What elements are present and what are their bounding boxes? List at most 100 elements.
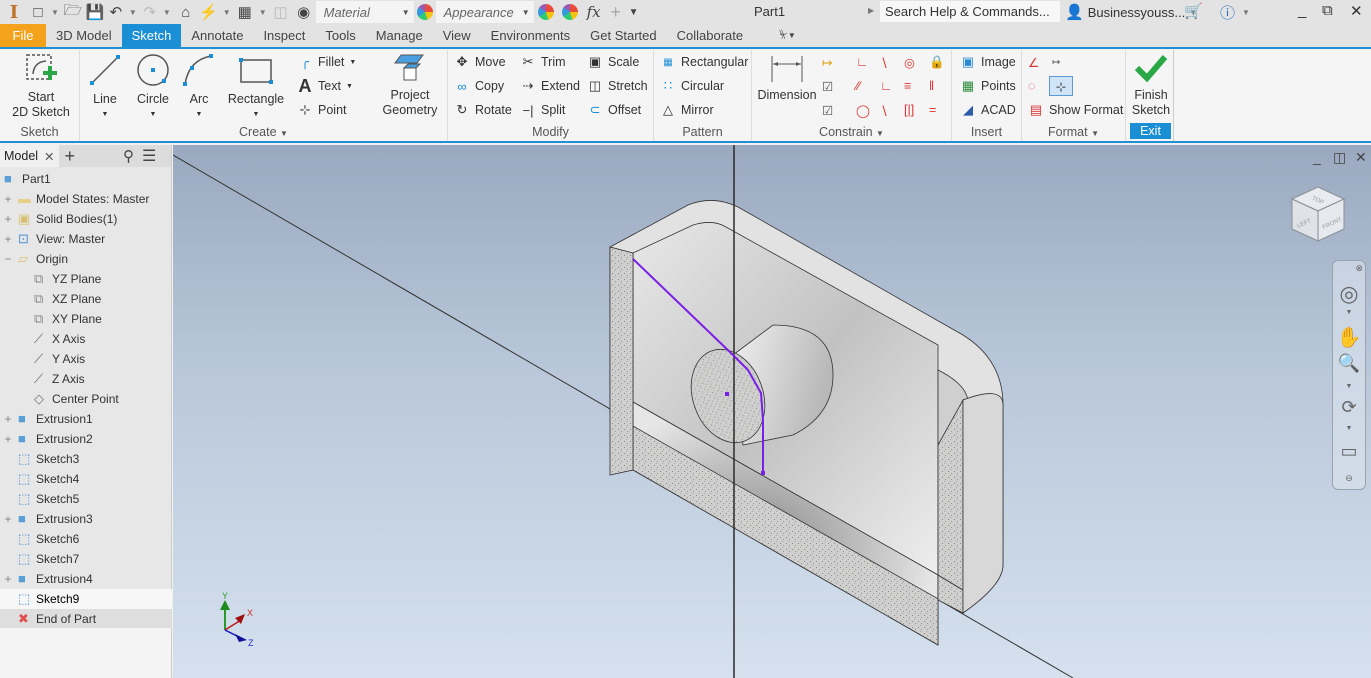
link-icon[interactable]: ◫	[270, 1, 292, 23]
tab-file[interactable]: File	[0, 24, 46, 47]
tree-item[interactable]: + ■ Extrusion4	[0, 569, 172, 589]
tree-item[interactable]: ⧉ XY Plane	[0, 309, 172, 329]
format-panel-title[interactable]: Format ▼	[1022, 125, 1125, 139]
tree-item[interactable]: + ▣ Solid Bodies(1)	[0, 209, 172, 229]
tree-item[interactable]: + ■ Extrusion1	[0, 409, 172, 429]
fx-icon[interactable]: fx	[582, 1, 606, 23]
dimension-button[interactable]: Dimension	[756, 54, 818, 103]
circular-pattern-button[interactable]: ∷ Circular	[660, 77, 724, 95]
save-icon[interactable]: 💾	[84, 1, 106, 23]
redo-icon[interactable]: ↷	[140, 1, 160, 23]
update-icon[interactable]: ⚡	[198, 1, 220, 23]
text-button[interactable]: A Text ▼	[297, 76, 353, 96]
insert-points-button[interactable]: ▦ Points	[960, 77, 1016, 95]
tree-item[interactable]: ⧉ XZ Plane	[0, 289, 172, 309]
zoom-window-icon[interactable]: 🔍	[1333, 353, 1365, 374]
tangent-icon[interactable]: ◯	[856, 101, 870, 119]
tree-item[interactable]: ⟋ Z Axis	[0, 369, 172, 389]
cart-icon[interactable]: 🛒	[1184, 2, 1203, 20]
tree-item[interactable]: ✖ End of Part	[0, 609, 172, 629]
coincident-icon[interactable]: ∖	[880, 53, 888, 71]
tree-item[interactable]: ⧉ YZ Plane	[0, 269, 172, 289]
look-at-icon[interactable]: ▭	[1333, 441, 1365, 462]
navbar-options-icon[interactable]: ⊖	[1333, 473, 1365, 484]
menu-icon[interactable]: ☰	[142, 146, 156, 166]
expand-toggle-icon[interactable]: +	[3, 212, 13, 226]
arc-button[interactable]: Arc ▼	[180, 52, 218, 122]
adjust-appearance-icon[interactable]	[534, 1, 558, 23]
fillet-button[interactable]: ╭ Fillet ▼	[297, 53, 356, 71]
equal-icon[interactable]: =	[929, 101, 936, 119]
steering-wheel-icon[interactable]: ◎	[1333, 281, 1365, 307]
tab-collaborate[interactable]: Collaborate	[667, 24, 754, 47]
tab-annotate[interactable]: Annotate	[181, 24, 253, 47]
viewport-close-icon[interactable]: ✕	[1355, 149, 1367, 166]
tree-item[interactable]: ◇ Center Point	[0, 389, 172, 409]
expand-toggle-icon[interactable]: +	[3, 412, 13, 426]
tree-item[interactable]: ⬚ Sketch5	[0, 489, 172, 509]
select-dropdown-icon[interactable]: ▼	[259, 8, 267, 17]
rotate-button[interactable]: ↻ Rotate	[454, 101, 512, 119]
restore-button[interactable]: ⧉	[1322, 2, 1333, 19]
viewcube[interactable]: TOP LEFT FRONT	[1288, 183, 1348, 245]
tree-item[interactable]: + ▬ Model States: Master	[0, 189, 172, 209]
undo-icon[interactable]: ↶	[106, 1, 126, 23]
tree-item[interactable]: ■ Part1	[0, 169, 172, 189]
steering-wheel-dropdown-icon[interactable]: ▼	[1333, 309, 1365, 316]
close-icon[interactable]: ✕	[44, 149, 54, 164]
circle-button[interactable]: Circle ▼	[132, 52, 174, 122]
smooth-icon[interactable]: ∖	[880, 101, 888, 119]
material-checker-icon[interactable]: ◉	[292, 1, 316, 23]
finish-sketch-button[interactable]: Finish Sketch	[1128, 52, 1174, 118]
constraint-settings-icon[interactable]: ☑	[822, 101, 833, 119]
close-button[interactable]: ✕	[1350, 2, 1363, 20]
graphics-viewport[interactable]: _ ◫ ✕ TOP LEFT FRONT ⊗ ◎ ▼ ✋ 🔍 ▼ ⟳ ▼ ▭ ⊖…	[173, 145, 1371, 678]
horizontal-icon[interactable]: ≡	[904, 77, 911, 95]
mirror-button[interactable]: △ Mirror	[660, 101, 714, 119]
viewport-minimize-icon[interactable]: _	[1313, 149, 1321, 165]
search-icon[interactable]: ⚲	[123, 147, 134, 165]
expand-toggle-icon[interactable]: +	[3, 192, 13, 206]
expand-toggle-icon[interactable]: +	[3, 512, 13, 526]
symmetric-icon[interactable]: [|]	[904, 101, 914, 119]
split-button[interactable]: −| Split	[520, 101, 566, 119]
insert-image-button[interactable]: ▣ Image	[960, 53, 1016, 71]
add-tab-icon[interactable]: +	[65, 146, 76, 167]
inventor-logo-icon[interactable]: I	[0, 1, 28, 23]
expand-toggle-icon[interactable]: −	[3, 252, 13, 266]
stretch-button[interactable]: ◫ Stretch	[587, 77, 648, 95]
help-icon[interactable]: ⓘ	[1220, 2, 1235, 23]
ribbon-display-toggle[interactable]: ⏧ ▼	[753, 24, 806, 47]
clear-appearance-icon[interactable]	[558, 1, 582, 23]
sketch-center-point[interactable]	[725, 392, 729, 396]
auto-dimension-icon[interactable]: ↦	[822, 53, 832, 71]
new-icon[interactable]: □	[28, 1, 48, 23]
project-geometry-button[interactable]: Project Geometry	[376, 52, 444, 118]
tab-3d-model[interactable]: 3D Model	[46, 24, 122, 47]
update-dropdown-icon[interactable]: ▼	[223, 8, 231, 17]
perpendicular-icon[interactable]: ∟	[856, 53, 868, 71]
new-dropdown-icon[interactable]: ▼	[51, 8, 59, 17]
collinear-icon[interactable]: ∟	[880, 77, 892, 95]
tab-tools[interactable]: Tools	[315, 24, 365, 47]
construction-icon[interactable]: ∠	[1028, 53, 1039, 71]
show-format-button[interactable]: ▤ Show Format	[1028, 101, 1124, 119]
select-icon[interactable]: ▦	[234, 1, 256, 23]
tree-item[interactable]: + ⊡ View: Master	[0, 229, 172, 249]
line-button[interactable]: Line ▼	[86, 52, 124, 122]
tab-inspect[interactable]: Inspect	[253, 24, 315, 47]
insert-acad-button[interactable]: ◢ ACAD	[960, 101, 1016, 119]
trim-button[interactable]: ✂ Trim	[520, 53, 566, 71]
tree-item[interactable]: − ▱ Origin	[0, 249, 172, 269]
minimize-button[interactable]: _	[1298, 2, 1306, 19]
sketch-end-point[interactable]	[761, 471, 765, 475]
constraint-inference-icon[interactable]: ☑	[822, 77, 833, 95]
vertical-icon[interactable]: ‖	[929, 77, 934, 95]
help-dropdown-icon[interactable]: ▼	[1242, 8, 1250, 17]
viewport-tile-icon[interactable]: ◫	[1333, 149, 1346, 166]
create-panel-title[interactable]: Create ▼	[80, 125, 447, 139]
tree-item[interactable]: ⬚ Sketch7	[0, 549, 172, 569]
scale-button[interactable]: ▣ Scale	[587, 53, 639, 71]
search-help-input[interactable]: Search Help & Commands...	[880, 1, 1060, 22]
home-icon[interactable]: ⌂	[174, 1, 198, 23]
